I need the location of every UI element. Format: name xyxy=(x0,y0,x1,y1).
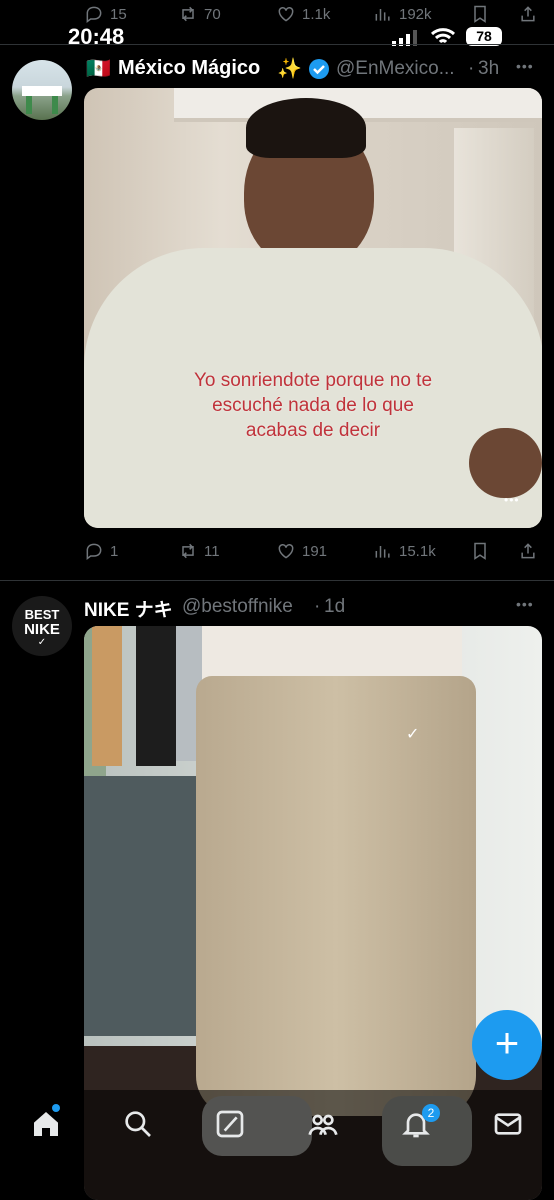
retweet-button[interactable]: 11 xyxy=(178,541,220,561)
views-count: 15.1k xyxy=(399,542,436,560)
more-options-button[interactable]: ••• xyxy=(516,58,534,74)
verified-badge-icon xyxy=(308,58,330,85)
swoosh-icon: ✓ xyxy=(37,637,47,648)
notifications-badge: 2 xyxy=(422,1104,440,1122)
views-count: 192k xyxy=(399,5,432,23)
author-name[interactable]: NIKE ナキ xyxy=(84,595,173,622)
heart-icon xyxy=(278,6,294,22)
sparkle-emoji: ✨ xyxy=(277,58,302,80)
prev-share-button[interactable] xyxy=(518,4,538,24)
retweet-icon xyxy=(182,6,194,22)
reply-count: 15 xyxy=(110,5,127,23)
retweet-count: 70 xyxy=(204,5,221,23)
media-more-button[interactable]: ••• xyxy=(504,493,520,507)
bookmark-button[interactable] xyxy=(470,541,490,561)
share-icon xyxy=(521,6,535,22)
retweet-count: 11 xyxy=(204,542,220,560)
views-button[interactable]: 15.1k xyxy=(373,541,436,561)
tweet-time: 1d xyxy=(324,596,346,617)
avatar-text-nike: NIKE xyxy=(24,621,60,638)
caption-line-3: acabas de decir xyxy=(245,420,381,441)
home-unread-dot xyxy=(52,1104,60,1112)
more-options-button[interactable]: ••• xyxy=(516,596,534,612)
views-icon xyxy=(375,546,390,558)
reply-count: 1 xyxy=(110,542,119,560)
meme-caption: Yo sonriendote porque no te escuché nada… xyxy=(84,368,542,443)
tweet-divider xyxy=(0,44,554,45)
country-flag: 🇲🇽 xyxy=(86,58,111,80)
heart-icon xyxy=(278,543,294,559)
prev-like-button[interactable]: 1.1k xyxy=(276,4,330,24)
search-icon[interactable] xyxy=(122,1108,154,1140)
like-count: 191 xyxy=(302,542,328,560)
author-name[interactable]: México Mágico xyxy=(118,57,260,80)
caption-line-2: escuché nada de lo que xyxy=(212,395,414,416)
reply-icon xyxy=(86,543,102,560)
caption-line-1: Yo sonriendote porque no te xyxy=(193,370,433,391)
avatar[interactable] xyxy=(12,60,72,120)
prev-bookmark-button[interactable] xyxy=(470,4,490,24)
share-icon xyxy=(521,543,535,559)
grok-icon[interactable] xyxy=(214,1108,246,1140)
tweet-time: 3h xyxy=(478,58,500,79)
messages-icon[interactable] xyxy=(492,1108,524,1140)
bottom-nav: 2 xyxy=(0,1090,554,1200)
wifi-icon xyxy=(430,28,456,51)
bookmark-icon xyxy=(474,542,486,560)
tweet-divider xyxy=(0,580,554,581)
retweet-icon xyxy=(182,543,194,559)
nike-swoosh-icon: ✓ xyxy=(406,726,420,743)
prev-views-button[interactable]: 192k xyxy=(373,4,432,24)
status-time: 20:48 xyxy=(68,24,125,49)
compose-button[interactable]: + xyxy=(472,1010,542,1080)
like-button[interactable]: 191 xyxy=(276,541,327,561)
avatar-text-best: BEST xyxy=(24,607,60,622)
separator-dot: · xyxy=(468,58,475,79)
views-icon xyxy=(375,9,390,21)
like-count: 1.1k xyxy=(302,5,331,23)
reply-button[interactable]: 1 xyxy=(84,541,118,561)
communities-icon[interactable] xyxy=(307,1108,339,1140)
separator-dot: · xyxy=(314,596,321,617)
bookmark-icon xyxy=(474,5,486,23)
prev-retweet-button[interactable]: 70 xyxy=(178,4,221,24)
reply-icon xyxy=(86,6,102,23)
signal-icon xyxy=(392,30,418,51)
author-handle[interactable]: @EnMexico... xyxy=(336,58,455,80)
home-icon[interactable] xyxy=(30,1108,62,1140)
avatar[interactable]: BEST NIKE ✓ xyxy=(12,596,72,656)
share-button[interactable] xyxy=(518,541,538,561)
tweet-media-photo[interactable]: Yo sonriendote porque no te escuché nada… xyxy=(84,88,542,528)
prev-reply-button[interactable]: 15 xyxy=(84,4,127,24)
author-handle[interactable]: @bestoffnike xyxy=(182,596,293,618)
